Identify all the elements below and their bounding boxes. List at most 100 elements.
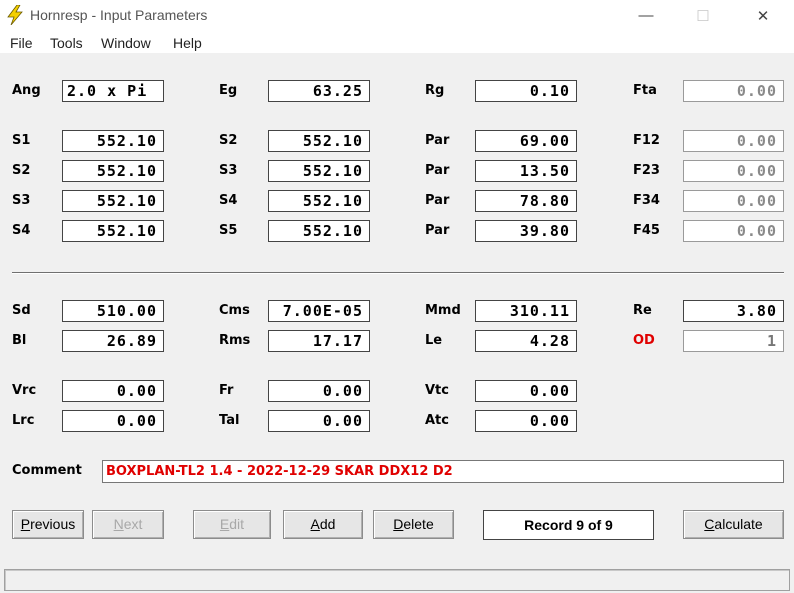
menu-help[interactable]: Help xyxy=(173,35,202,51)
vrc-label: Vrc xyxy=(12,383,37,398)
re-label: Re xyxy=(633,303,652,318)
atc-label: Atc xyxy=(425,413,449,428)
tal-label: Tal xyxy=(219,413,240,428)
s3-label: S3 xyxy=(219,163,238,178)
next-button: Next xyxy=(92,510,164,539)
par2-label: Par xyxy=(425,163,450,178)
s4-label: S4 xyxy=(219,193,238,208)
previous-button[interactable]: Previous xyxy=(12,510,84,539)
mmd-field[interactable]: 310.11 xyxy=(475,300,577,322)
bl-field[interactable]: 26.89 xyxy=(62,330,164,352)
fr-label: Fr xyxy=(219,383,234,398)
f34-label: F34 xyxy=(633,193,660,208)
vrc-field[interactable]: 0.00 xyxy=(62,380,164,402)
f12-field: 0.00 xyxy=(683,130,784,152)
maximize-button[interactable]: ☐ xyxy=(680,0,726,31)
edit-label: dit xyxy=(229,516,245,532)
bl-label: Bl xyxy=(12,333,27,348)
calculate-accel: C xyxy=(704,516,715,532)
delete-button[interactable]: Delete xyxy=(373,510,454,539)
vtc-field[interactable]: 0.00 xyxy=(475,380,577,402)
status-bar xyxy=(4,569,790,591)
fta-label: Fta xyxy=(633,83,657,98)
record-indicator: Record 9 of 9 xyxy=(483,510,654,540)
add-accel: A xyxy=(310,516,320,532)
od-label: OD xyxy=(633,333,655,348)
minimize-icon: — xyxy=(638,7,654,24)
cms-label: Cms xyxy=(219,303,250,318)
previous-label: revious xyxy=(30,516,76,532)
sd-label: Sd xyxy=(12,303,31,318)
vtc-label: Vtc xyxy=(425,383,449,398)
s3-row-label: S3 xyxy=(12,193,31,208)
s4-field[interactable]: 552.10 xyxy=(268,190,370,212)
next-accel: N xyxy=(113,516,124,532)
delete-accel: D xyxy=(393,516,404,532)
par2-field[interactable]: 13.50 xyxy=(475,160,577,182)
calculate-label: alculate xyxy=(714,516,763,532)
maximize-icon: ☐ xyxy=(696,7,710,25)
s1-field[interactable]: 552.10 xyxy=(62,130,164,152)
s2-row-label: S2 xyxy=(12,163,31,178)
eg-label: Eg xyxy=(219,83,238,98)
s2-row-field[interactable]: 552.10 xyxy=(62,160,164,182)
f34-field: 0.00 xyxy=(683,190,784,212)
fr-field[interactable]: 0.00 xyxy=(268,380,370,402)
edit-accel: E xyxy=(219,516,230,532)
le-label: Le xyxy=(425,333,443,348)
menu-bar: File Tools Window Help xyxy=(0,31,794,53)
rms-field[interactable]: 17.17 xyxy=(268,330,370,352)
edit-button: Edit xyxy=(193,510,271,539)
lrc-field[interactable]: 0.00 xyxy=(62,410,164,432)
menu-file[interactable]: File xyxy=(10,35,33,51)
comment-label: Comment xyxy=(12,463,82,478)
mmd-label: Mmd xyxy=(425,303,461,318)
par4-label: Par xyxy=(425,223,450,238)
comment-field[interactable]: BOXPLAN-TL2 1.4 - 2022-12-29 SKAR DDX12 … xyxy=(102,460,784,483)
rg-label: Rg xyxy=(425,83,445,98)
s2-field[interactable]: 552.10 xyxy=(268,130,370,152)
title-bar: Hornresp - Input Parameters — ☐ ✕ xyxy=(0,0,794,31)
lrc-label: Lrc xyxy=(12,413,35,428)
f12-label: F12 xyxy=(633,133,660,148)
next-label: ext xyxy=(123,516,143,532)
add-label: dd xyxy=(319,516,336,532)
lightning-bolt-icon xyxy=(7,5,23,25)
par1-label: Par xyxy=(425,133,450,148)
od-field[interactable]: 1 xyxy=(683,330,784,352)
le-field[interactable]: 4.28 xyxy=(475,330,577,352)
previous-accel: P xyxy=(20,516,31,532)
eg-field[interactable]: 63.25 xyxy=(268,80,370,102)
ang-field[interactable]: 2.0 x Pi xyxy=(62,80,164,102)
par1-field[interactable]: 69.00 xyxy=(475,130,577,152)
s3-row-field[interactable]: 552.10 xyxy=(62,190,164,212)
f23-label: F23 xyxy=(633,163,660,178)
par4-field[interactable]: 39.80 xyxy=(475,220,577,242)
s3-field[interactable]: 552.10 xyxy=(268,160,370,182)
close-button[interactable]: ✕ xyxy=(740,0,786,31)
menu-tools[interactable]: Tools xyxy=(50,35,83,51)
f23-field: 0.00 xyxy=(683,160,784,182)
ang-label: Ang xyxy=(12,83,41,98)
s5-field[interactable]: 552.10 xyxy=(268,220,370,242)
input-parameters-panel: Ang 2.0 x Pi Eg 63.25 Rg 0.10 Fta 0.00 S… xyxy=(0,53,794,593)
re-field[interactable]: 3.80 xyxy=(683,300,784,322)
s5-label: S5 xyxy=(219,223,238,238)
calculate-button[interactable]: Calculate xyxy=(683,510,784,539)
f45-field: 0.00 xyxy=(683,220,784,242)
close-icon: ✕ xyxy=(756,7,770,25)
s4-row-label: S4 xyxy=(12,223,31,238)
f45-label: F45 xyxy=(633,223,660,238)
rg-field[interactable]: 0.10 xyxy=(475,80,577,102)
par3-field[interactable]: 78.80 xyxy=(475,190,577,212)
tal-field[interactable]: 0.00 xyxy=(268,410,370,432)
menu-window[interactable]: Window xyxy=(101,35,151,51)
delete-label: elete xyxy=(403,516,434,532)
sd-field[interactable]: 510.00 xyxy=(62,300,164,322)
s4-row-field[interactable]: 552.10 xyxy=(62,220,164,242)
minimize-button[interactable]: — xyxy=(623,0,669,31)
atc-field[interactable]: 0.00 xyxy=(475,410,577,432)
add-button[interactable]: Add xyxy=(283,510,363,539)
window-title: Hornresp - Input Parameters xyxy=(30,7,208,23)
cms-field[interactable]: 7.00E-05 xyxy=(268,300,370,322)
